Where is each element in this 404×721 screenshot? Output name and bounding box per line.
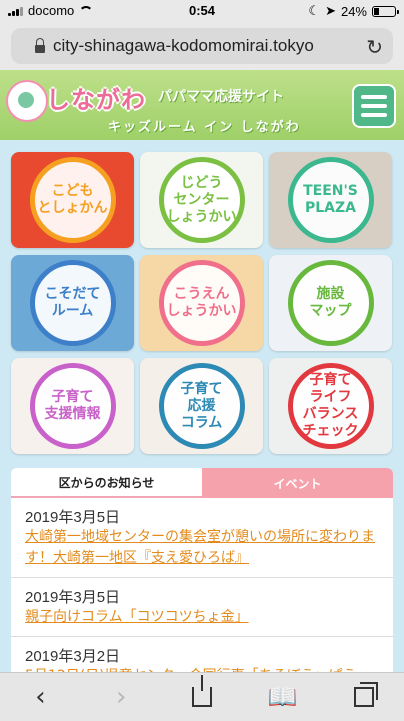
tile-column[interactable]: 子育て 応援 コラム <box>140 358 263 454</box>
tile-label: 子育て ライフ バランス チェック <box>302 372 359 439</box>
site-logo-icon[interactable] <box>6 80 48 122</box>
tabs-icon <box>353 682 378 707</box>
tabs-button[interactable] <box>344 677 384 717</box>
menu-icon[interactable] <box>352 84 396 128</box>
tile-label: こうえん しょうかい <box>166 286 237 319</box>
tile-label: こそだて ルーム <box>44 286 101 319</box>
tile-ring: TEEN'S PLAZA <box>287 157 374 243</box>
status-bar: docomo 0:54 ☾ ➤ 24% <box>0 0 404 22</box>
news-tabs: 区からのお知らせ イベント <box>11 468 393 498</box>
tile-ring: こそだて ルーム <box>29 260 116 346</box>
site-title[interactable]: しながわ <box>46 80 146 115</box>
moon-icon: ☾ <box>308 3 321 18</box>
forward-button[interactable]: › <box>101 677 141 717</box>
tile-ring: 子育て 応援 コラム <box>158 363 245 449</box>
tile-library[interactable]: こども としょかん <box>11 152 134 248</box>
browser-toolbar: ‹ › 📖 <box>0 672 404 721</box>
news-link[interactable]: 親子向けコラム「コツコツちょ金」 <box>25 607 379 628</box>
tile-ring: 子育て 支援情報 <box>29 363 116 449</box>
url-text[interactable]: city-shinagawa-kodomomirai.tokyo <box>53 36 314 56</box>
lock-icon <box>35 37 45 53</box>
site-header: しながわ パパママ応援サイト キッズルーム イン しながわ <box>0 70 404 140</box>
bookmarks-icon: 📖 <box>267 683 298 711</box>
list-item: 2019年3月5日 親子向けコラム「コツコツちょ金」 <box>11 578 393 637</box>
reload-icon[interactable]: ↻ <box>366 35 383 60</box>
news-date: 2019年3月5日 <box>25 589 121 606</box>
news-link[interactable]: 大崎第一地域センターの集会室が憩いの場所に変わります！大崎第一地区『支え愛ひろば… <box>25 527 379 569</box>
tile-parks[interactable]: こうえん しょうかい <box>140 255 263 351</box>
tile-label: TEEN'S PLAZA <box>303 183 358 216</box>
battery-icon <box>372 5 399 17</box>
news-date: 2019年3月2日 <box>25 648 121 665</box>
tile-support-info[interactable]: 子育て 支援情報 <box>11 358 134 454</box>
battery-label: 24% <box>340 3 367 19</box>
tile-childcare-room[interactable]: こそだて ルーム <box>11 255 134 351</box>
bookmarks-button[interactable]: 📖 <box>263 677 303 717</box>
site-subtitle: パパママ応援サイト <box>158 89 284 105</box>
tab-city-news[interactable]: 区からのお知らせ <box>11 468 202 498</box>
tile-ring: 子育て ライフ バランス チェック <box>287 363 374 449</box>
tab-events[interactable]: イベント <box>202 468 393 498</box>
share-icon <box>191 675 212 707</box>
tile-ring: こども としょかん <box>29 157 116 243</box>
tile-label: 子育て 応援 コラム <box>180 380 223 431</box>
tile-facility-map[interactable]: 施設 マップ <box>269 255 392 351</box>
back-button[interactable]: ‹ <box>20 677 60 717</box>
location-icon: ➤ <box>325 3 336 18</box>
tile-ring: 施設 マップ <box>287 260 374 346</box>
news-date: 2019年3月5日 <box>25 509 121 526</box>
list-item: 2019年3月5日 大崎第一地域センターの集会室が憩いの場所に変わります！大崎第… <box>11 498 393 578</box>
tile-life-balance[interactable]: 子育て ライフ バランス チェック <box>269 358 392 454</box>
tile-label: こども としょかん <box>37 183 108 216</box>
site-tagline: キッズルーム イン しながわ <box>108 120 301 135</box>
browser-chrome: city-shinagawa-kodomomirai.tokyo ↻ <box>0 22 404 70</box>
tile-teens-plaza[interactable]: TEEN'S PLAZA <box>269 152 392 248</box>
tile-label: じどう センター しょうかい <box>166 174 237 225</box>
tile-label: 子育て 支援情報 <box>44 389 101 422</box>
address-bar[interactable]: city-shinagawa-kodomomirai.tokyo ↻ <box>11 28 393 64</box>
tile-ring: こうえん しょうかい <box>158 260 245 346</box>
share-button[interactable] <box>182 675 222 717</box>
tile-label: 施設 マップ <box>309 286 352 319</box>
tile-childrens-center[interactable]: じどう センター しょうかい <box>140 152 263 248</box>
tile-ring: じどう センター しょうかい <box>158 157 245 243</box>
